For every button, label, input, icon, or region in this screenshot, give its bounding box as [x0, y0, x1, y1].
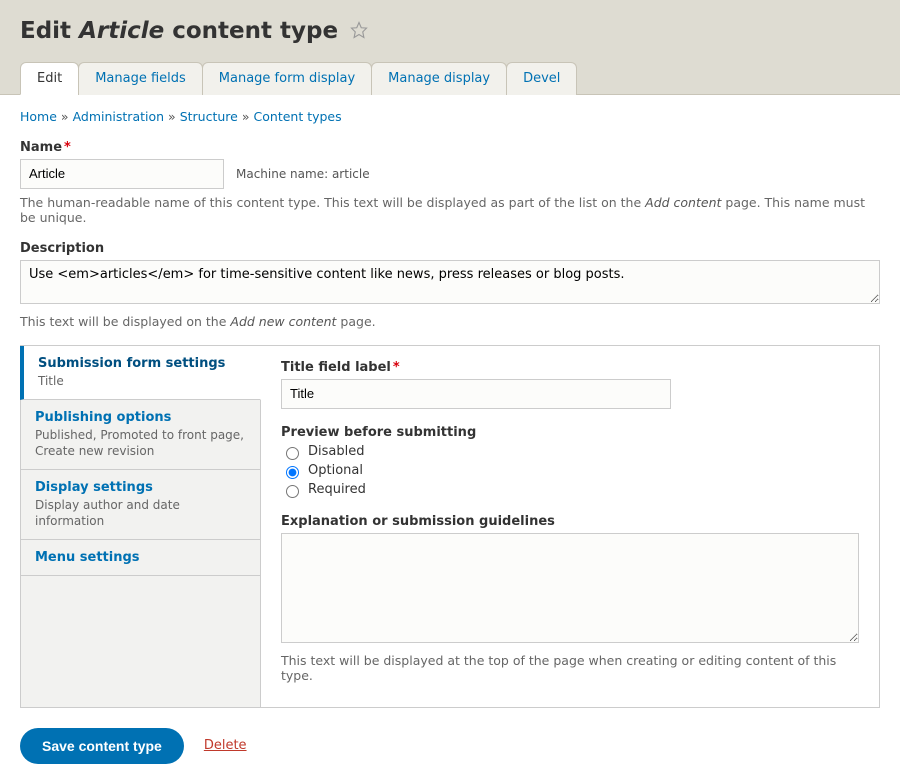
name-help: The human-readable name of this content … [20, 195, 880, 225]
preview-option-disabled[interactable]: Disabled [281, 444, 859, 460]
title-field-label: Title field label* [281, 360, 859, 375]
vtab-display-settings[interactable]: Display settingsDisplay author and date … [21, 470, 260, 540]
radio-input[interactable] [286, 447, 299, 460]
page-title: Edit Article content type [20, 18, 880, 45]
breadcrumb-link[interactable]: Content types [254, 109, 342, 124]
name-input[interactable] [20, 159, 224, 189]
required-icon: * [64, 140, 71, 155]
required-icon: * [393, 360, 400, 375]
description-label: Description [20, 241, 880, 256]
radio-input[interactable] [286, 466, 299, 479]
preview-option-optional[interactable]: Optional [281, 463, 859, 479]
title-field-input[interactable] [281, 379, 671, 409]
breadcrumb-link[interactable]: Administration [73, 109, 164, 124]
delete-link[interactable]: Delete [204, 738, 247, 753]
tab-edit[interactable]: Edit [20, 62, 79, 95]
guidelines-help: This text will be displayed at the top o… [281, 653, 859, 683]
breadcrumb: Home»Administration»Structure»Content ty… [20, 109, 880, 124]
vtab-menu-settings[interactable]: Menu settings [21, 540, 260, 576]
vtab-publishing-options[interactable]: Publishing optionsPublished, Promoted to… [21, 400, 260, 470]
radio-input[interactable] [286, 485, 299, 498]
preview-label: Preview before submitting [281, 425, 859, 440]
tab-manage-display[interactable]: Manage display [371, 62, 507, 95]
vtab-submission-form-settings[interactable]: Submission form settingsTitle [20, 346, 261, 400]
description-textarea[interactable]: Use <em>articles</em> for time-sensitive… [20, 260, 880, 304]
guidelines-label: Explanation or submission guidelines [281, 514, 859, 529]
guidelines-textarea[interactable] [281, 533, 859, 643]
tab-manage-form-display[interactable]: Manage form display [202, 62, 372, 95]
breadcrumb-link[interactable]: Structure [180, 109, 238, 124]
tab-devel[interactable]: Devel [506, 62, 577, 95]
preview-option-required[interactable]: Required [281, 482, 859, 498]
save-button[interactable]: Save content type [20, 728, 184, 764]
tab-manage-fields[interactable]: Manage fields [78, 62, 203, 95]
star-icon[interactable] [350, 19, 368, 45]
breadcrumb-link[interactable]: Home [20, 109, 57, 124]
machine-name-label: Machine name: article [236, 167, 370, 181]
name-label: Name* [20, 140, 880, 155]
description-help: This text will be displayed on the Add n… [20, 314, 880, 329]
